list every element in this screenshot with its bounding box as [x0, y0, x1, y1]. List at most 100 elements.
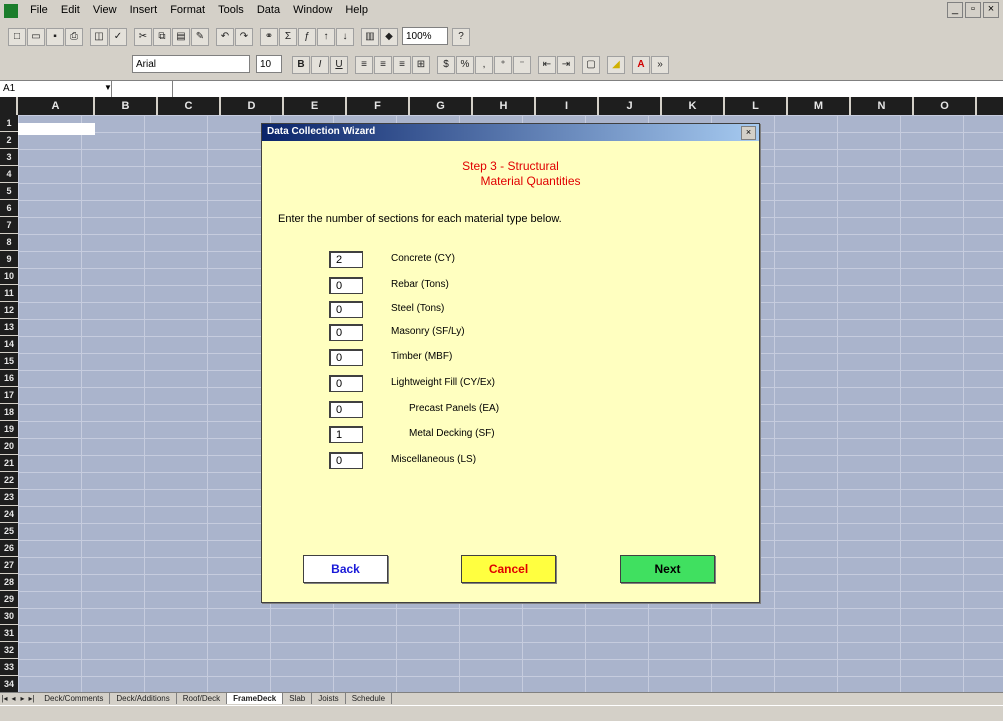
function-icon[interactable]: ƒ: [298, 28, 316, 46]
italic-icon[interactable]: I: [311, 56, 329, 74]
increase-decimal-icon[interactable]: ⁺: [494, 56, 512, 74]
row-header[interactable]: 5: [0, 183, 18, 200]
close-icon[interactable]: ×: [741, 126, 756, 140]
percent-icon[interactable]: %: [456, 56, 474, 74]
material-quantity-input[interactable]: 1: [329, 426, 363, 443]
column-header[interactable]: C: [158, 97, 221, 115]
sort-ascending-icon[interactable]: ↑: [317, 28, 335, 46]
menu-insert[interactable]: Insert: [125, 0, 163, 16]
column-header[interactable]: F: [347, 97, 410, 115]
sheet-tab[interactable]: Joists: [312, 693, 346, 704]
row-header[interactable]: 12: [0, 302, 18, 319]
last-sheet-icon[interactable]: ▸|: [27, 694, 36, 704]
column-header[interactable]: N: [851, 97, 914, 115]
column-header[interactable]: G: [410, 97, 473, 115]
hyperlink-icon[interactable]: ⚭: [260, 28, 278, 46]
redo-icon[interactable]: ↷: [235, 28, 253, 46]
sheet-tab-active[interactable]: FrameDeck: [227, 693, 284, 704]
copy-icon[interactable]: ⧉: [153, 28, 171, 46]
sheet-tab[interactable]: Slab: [283, 693, 313, 704]
borders-icon[interactable]: ▢: [582, 56, 600, 74]
column-header[interactable]: H: [473, 97, 536, 115]
row-header[interactable]: 33: [0, 659, 18, 676]
menu-file[interactable]: File: [25, 0, 53, 16]
restore-icon[interactable]: ▫: [965, 2, 981, 18]
toolbar-options-icon[interactable]: »: [651, 56, 669, 74]
row-header[interactable]: 24: [0, 506, 18, 523]
row-header[interactable]: 31: [0, 625, 18, 642]
sheet-tab[interactable]: Schedule: [346, 693, 393, 704]
row-header[interactable]: 20: [0, 438, 18, 455]
decrease-decimal-icon[interactable]: ⁻: [513, 56, 531, 74]
row-header[interactable]: 22: [0, 472, 18, 489]
row-header[interactable]: 16: [0, 370, 18, 387]
new-file-icon[interactable]: □: [8, 28, 26, 46]
print-preview-icon[interactable]: ◫: [90, 28, 108, 46]
menu-view[interactable]: View: [88, 0, 122, 16]
row-header[interactable]: 25: [0, 523, 18, 540]
row-header[interactable]: 6: [0, 200, 18, 217]
row-header[interactable]: 13: [0, 319, 18, 336]
autosum-icon[interactable]: Σ: [279, 28, 297, 46]
row-header[interactable]: 10: [0, 268, 18, 285]
undo-icon[interactable]: ↶: [216, 28, 234, 46]
zoom-select[interactable]: 100%: [402, 27, 448, 45]
font-color-icon[interactable]: A: [632, 56, 650, 74]
material-quantity-input[interactable]: 0: [329, 375, 363, 392]
sheet-tab[interactable]: Deck/Additions: [110, 693, 177, 704]
column-header[interactable]: D: [221, 97, 284, 115]
column-header[interactable]: A: [18, 97, 95, 115]
chevron-down-icon[interactable]: ▼: [104, 83, 112, 92]
row-header[interactable]: 1: [0, 115, 18, 132]
font-name-select[interactable]: Arial: [132, 55, 250, 73]
close-icon[interactable]: ×: [983, 2, 999, 18]
menu-format[interactable]: Format: [165, 0, 210, 16]
chart-wizard-icon[interactable]: ▥: [361, 28, 379, 46]
cancel-button[interactable]: Cancel: [461, 555, 556, 583]
row-header[interactable]: 11: [0, 285, 18, 302]
material-quantity-input[interactable]: 0: [329, 349, 363, 366]
row-header[interactable]: 15: [0, 353, 18, 370]
sheet-tab[interactable]: Deck/Comments: [38, 693, 111, 704]
help-icon[interactable]: ?: [452, 28, 470, 46]
merge-center-icon[interactable]: ⊞: [412, 56, 430, 74]
column-header[interactable]: K: [662, 97, 725, 115]
row-header[interactable]: 8: [0, 234, 18, 251]
align-center-icon[interactable]: ≡: [374, 56, 392, 74]
name-box[interactable]: A1: [0, 81, 112, 97]
column-header[interactable]: I: [536, 97, 599, 115]
bold-icon[interactable]: B: [292, 56, 310, 74]
row-header[interactable]: 34: [0, 676, 18, 692]
row-header[interactable]: 9: [0, 251, 18, 268]
paste-icon[interactable]: ▤: [172, 28, 190, 46]
row-header[interactable]: 32: [0, 642, 18, 659]
increase-indent-icon[interactable]: ⇥: [557, 56, 575, 74]
comma-style-icon[interactable]: ,: [475, 56, 493, 74]
open-folder-icon[interactable]: ▭: [27, 28, 45, 46]
first-sheet-icon[interactable]: |◂: [0, 694, 9, 704]
menu-tools[interactable]: Tools: [213, 0, 249, 16]
row-header[interactable]: 27: [0, 557, 18, 574]
active-cell[interactable]: [18, 123, 95, 135]
currency-icon[interactable]: $: [437, 56, 455, 74]
align-left-icon[interactable]: ≡: [355, 56, 373, 74]
minimize-icon[interactable]: _: [947, 2, 963, 18]
row-header[interactable]: 23: [0, 489, 18, 506]
column-header[interactable]: L: [725, 97, 788, 115]
next-button[interactable]: Next: [620, 555, 715, 583]
next-sheet-icon[interactable]: ▸: [18, 694, 27, 704]
row-header[interactable]: 30: [0, 608, 18, 625]
select-all-corner[interactable]: [0, 97, 18, 115]
menu-data[interactable]: Data: [252, 0, 285, 16]
row-header[interactable]: 3: [0, 149, 18, 166]
decrease-indent-icon[interactable]: ⇤: [538, 56, 556, 74]
row-header[interactable]: 26: [0, 540, 18, 557]
align-right-icon[interactable]: ≡: [393, 56, 411, 74]
column-header[interactable]: M: [788, 97, 851, 115]
row-header[interactable]: 18: [0, 404, 18, 421]
row-header[interactable]: 2: [0, 132, 18, 149]
column-header[interactable]: O: [914, 97, 977, 115]
save-icon[interactable]: ▪: [46, 28, 64, 46]
row-header[interactable]: 4: [0, 166, 18, 183]
menu-window[interactable]: Window: [288, 0, 337, 16]
